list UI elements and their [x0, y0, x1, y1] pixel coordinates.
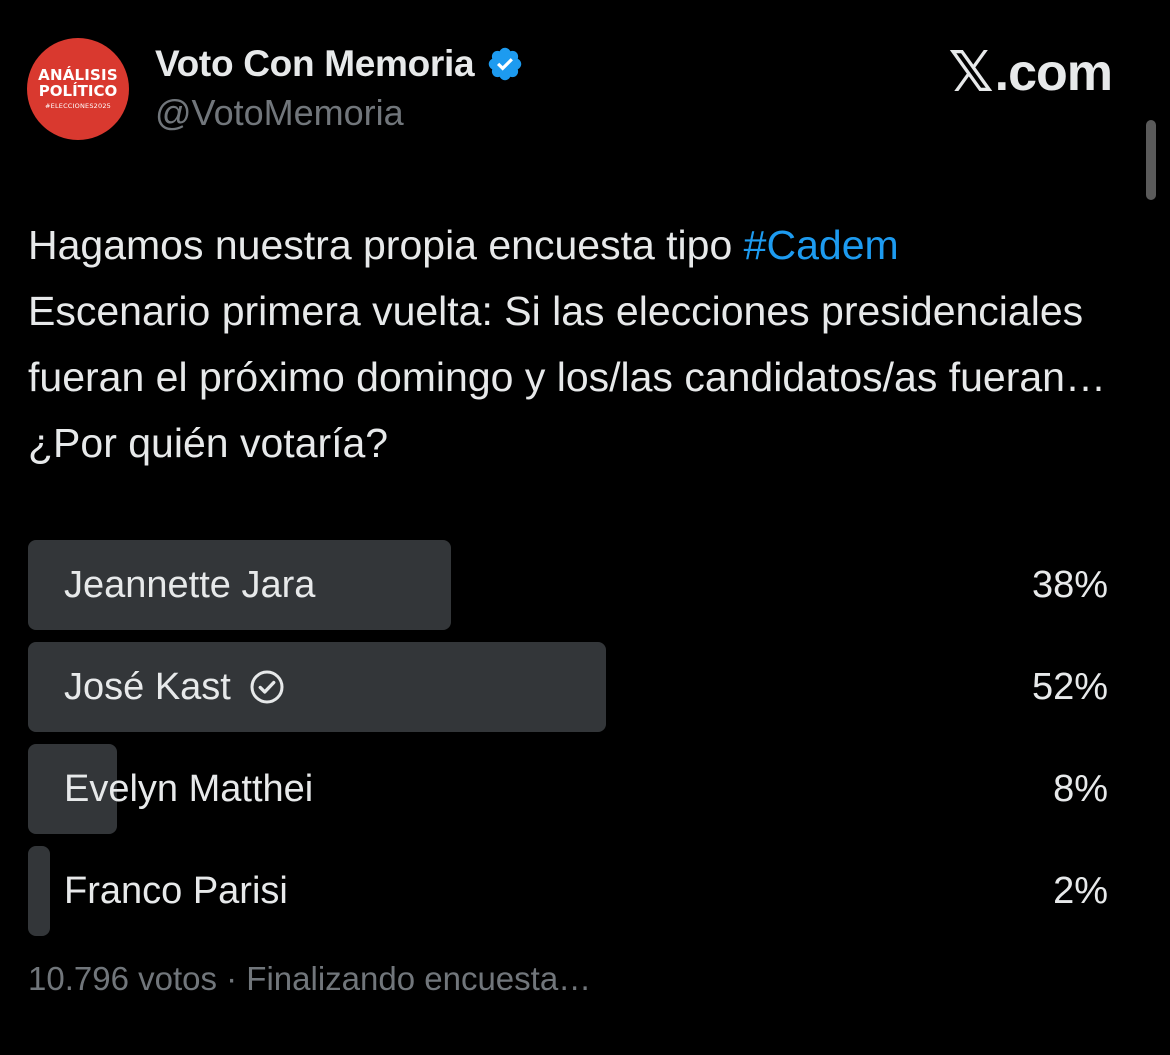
poll-option-kast: José Kast 52% [28, 642, 1108, 732]
x-logo-icon: 𝕏 [948, 40, 994, 105]
tweet-text-intro: Hagamos nuestra propia encuesta tipo [28, 222, 744, 268]
poll-option-matthei: Evelyn Matthei 8% [28, 744, 1108, 834]
poll-option-parisi: Franco Parisi 2% [28, 846, 1108, 936]
poll-option-name: José Kast [64, 665, 231, 708]
avatar-text-line-3: #ELECCIONES2025 [44, 101, 112, 110]
poll-option-jara: Jeannette Jara 38% [28, 540, 1108, 630]
poll-option-bar [28, 846, 51, 936]
poll-option-percent: 2% [1053, 869, 1108, 912]
poll-option-percent: 52% [1031, 665, 1108, 708]
verified-badge-icon[interactable] [486, 45, 524, 83]
x-com-suffix: .com [994, 43, 1113, 102]
tweet-text: Hagamos nuestra propia encuesta tipo #Ca… [28, 212, 1138, 476]
poll-option-label: José Kast [64, 642, 285, 732]
poll: Jeannette Jara 38% José Kast 52% Evelyn … [28, 540, 1108, 948]
account-handle[interactable]: @VotoMemoria [155, 92, 404, 134]
check-circle-icon [249, 669, 285, 705]
avatar-text-line-2: POLÍTICO [38, 82, 118, 101]
author-name-row: Voto Con Memoria [155, 38, 524, 90]
tweet: ANÁLISIS POLÍTICO #ELECCIONES2025 Voto C… [0, 0, 1170, 1055]
scrollbar[interactable] [1146, 120, 1156, 200]
x-com-logo: 𝕏 .com [948, 40, 1114, 105]
poll-option-label: Jeannette Jara [64, 540, 315, 630]
poll-option-percent: 8% [1053, 767, 1108, 810]
display-name[interactable]: Voto Con Memoria [155, 43, 475, 85]
avatar[interactable]: ANÁLISIS POLÍTICO #ELECCIONES2025 [27, 38, 129, 140]
poll-option-name: Jeannette Jara [64, 563, 316, 606]
poll-footer: 10.796 votos · Finalizando encuesta… [28, 960, 592, 997]
poll-option-name: Evelyn Matthei [64, 767, 314, 810]
poll-option-name: Franco Parisi [64, 869, 288, 912]
poll-option-percent: 38% [1031, 563, 1108, 606]
hashtag-link[interactable]: #Cadem [744, 222, 899, 268]
poll-option-label: Franco Parisi [64, 846, 288, 936]
tweet-text-body: Escenario primera vuelta: Si las eleccio… [28, 288, 1106, 466]
poll-option-label: Evelyn Matthei [64, 744, 313, 834]
